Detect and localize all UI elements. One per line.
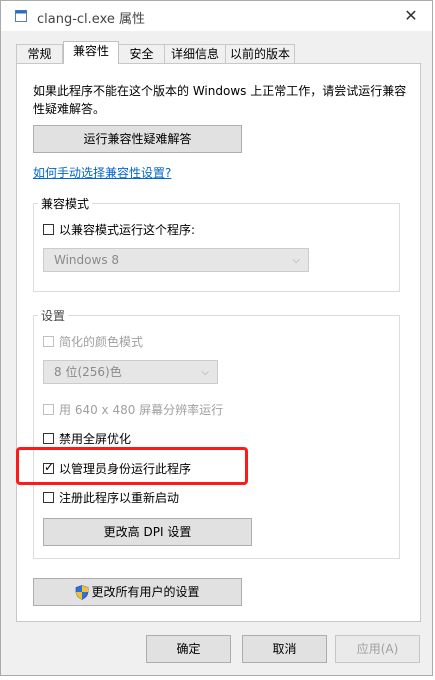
checkbox-box xyxy=(43,491,54,503)
close-icon: ✕ xyxy=(404,6,418,25)
disable-fullscreen-opt-checkbox[interactable]: 禁用全屏优化 xyxy=(43,430,131,446)
tab-compatibility[interactable]: 兼容性 xyxy=(63,41,119,64)
checkbox-box xyxy=(43,223,54,235)
os-version-select[interactable]: Windows 8 ⌵ xyxy=(43,248,309,272)
properties-dialog: clang-cl.exe 属性 ✕ 常规 兼容性 安全 详细信息 以前的版本 如… xyxy=(0,0,433,676)
change-high-dpi-button[interactable]: 更改高 DPI 设置 xyxy=(43,518,252,546)
compat-mode-checkbox[interactable]: 以兼容模式运行这个程序: xyxy=(43,221,195,237)
tab-security[interactable]: 安全 xyxy=(118,44,165,63)
register-restart-checkbox[interactable]: 注册此程序以重新启动 xyxy=(43,489,179,505)
checkbox-box xyxy=(43,335,54,347)
annotation-highlight-box xyxy=(16,447,248,485)
cancel-button[interactable]: 取消 xyxy=(242,635,327,663)
chevron-down-icon: ⌵ xyxy=(201,367,209,378)
window-title: clang-cl.exe 属性 xyxy=(37,12,145,27)
tab-previous-versions[interactable]: 以前的版本 xyxy=(225,44,295,63)
apply-button[interactable]: 应用(A) xyxy=(335,635,420,663)
app-window-icon xyxy=(15,10,27,22)
reduced-color-checkbox[interactable]: 简化的颜色模式 xyxy=(43,333,143,349)
manual-compat-link[interactable]: 如何手动选择兼容性设置? xyxy=(33,164,171,181)
change-all-users-button[interactable]: 更改所有用户的设置 xyxy=(33,578,242,606)
low-resolution-checkbox[interactable]: 用 640 x 480 屏幕分辨率运行 xyxy=(43,401,223,417)
ok-button[interactable]: 确定 xyxy=(146,635,231,663)
compat-mode-label: 兼容模式 xyxy=(38,195,93,212)
tab-general[interactable]: 常规 xyxy=(16,44,63,63)
checkbox-box xyxy=(43,432,54,444)
checkbox-box xyxy=(43,403,54,415)
run-troubleshooter-button[interactable]: 运行兼容性疑难解答 xyxy=(33,125,242,153)
tab-details[interactable]: 详细信息 xyxy=(164,44,226,63)
close-button[interactable]: ✕ xyxy=(390,1,432,31)
intro-text: 如果此程序不能在这个版本的 Windows 上正常工作，请尝试运行兼容性疑难解答… xyxy=(33,84,407,116)
uac-shield-icon xyxy=(76,585,89,600)
color-depth-select[interactable]: 8 位(256)色 ⌵ xyxy=(43,360,218,384)
settings-label: 设置 xyxy=(38,307,69,324)
compatibility-panel: 如果此程序不能在这个版本的 Windows 上正常工作，请尝试运行兼容性疑难解答… xyxy=(16,63,421,622)
chevron-down-icon: ⌵ xyxy=(292,255,300,266)
title-bar: clang-cl.exe 属性 ✕ xyxy=(1,1,432,31)
